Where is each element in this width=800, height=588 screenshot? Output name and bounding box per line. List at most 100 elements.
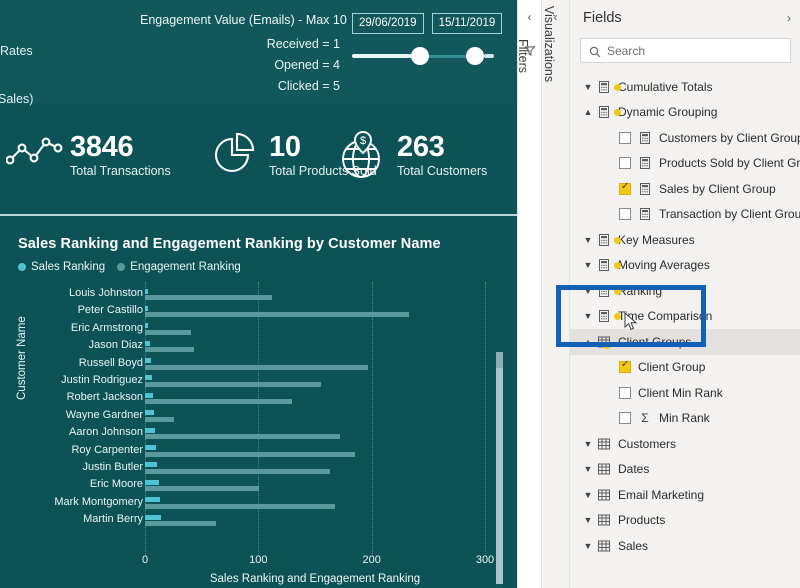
chart-row[interactable]: Roy Carpenter <box>30 443 485 460</box>
bar-sales-ranking[interactable] <box>145 462 158 468</box>
fields-checkbox[interactable] <box>619 157 631 170</box>
fields-tree-item-time-comparison[interactable]: ▼ Time Comparison <box>570 304 800 330</box>
bar-sales-ranking[interactable] <box>145 514 161 520</box>
chevron-down-icon[interactable]: ▼ <box>579 464 597 474</box>
chevron-down-icon[interactable]: ▼ <box>579 82 597 92</box>
date-range-slicer[interactable]: 29/06/2019 15/11/2019 <box>352 13 503 65</box>
fields-checkbox[interactable] <box>619 181 631 195</box>
fields-checkbox[interactable] <box>619 359 631 374</box>
bar-engagement-ranking[interactable] <box>145 451 355 457</box>
bar-sales-ranking[interactable] <box>145 375 152 381</box>
slider-handle-end[interactable] <box>466 47 484 65</box>
fields-tree-item-dates[interactable]: ▼ Dates <box>570 457 800 483</box>
chevron-left-icon[interactable]: ‹ <box>528 10 532 24</box>
bar-sales-ranking[interactable] <box>145 392 153 398</box>
chevron-down-icon[interactable]: ▼ <box>579 286 597 296</box>
kpi-card-total-customers[interactable]: $ 263 Total Customers <box>333 126 487 184</box>
bar-engagement-ranking[interactable] <box>145 468 330 474</box>
engagement-row-opened: Opened = 4 <box>274 58 340 72</box>
fields-checkbox[interactable] <box>619 208 631 221</box>
chevron-down-icon[interactable]: ▼ <box>579 490 597 500</box>
fields-tree-item-ranking[interactable]: ▼ Ranking <box>570 278 800 304</box>
fields-tree-item-client-min-rank[interactable]: . Client Min Rank <box>570 380 800 406</box>
fields-tree-item-customers[interactable]: ▼ Customers <box>570 431 800 457</box>
fields-tree-item-customers-by-client-group[interactable]: . Customers by Client Group <box>570 125 800 151</box>
bar-sales-ranking[interactable] <box>145 323 149 329</box>
chevron-right-icon[interactable]: › <box>787 11 791 25</box>
chevron-down-icon[interactable]: ▼ <box>579 235 597 245</box>
bar-engagement-ranking[interactable] <box>145 399 293 405</box>
slicer-end-date-input[interactable]: 15/11/2019 <box>431 13 503 34</box>
bar-sales-ranking[interactable] <box>145 445 157 451</box>
chevron-up-icon[interactable]: ▲ <box>579 337 597 347</box>
chart-vertical-scrollbar[interactable] <box>496 352 503 588</box>
chart-row[interactable]: Louis Johnston <box>30 286 485 303</box>
chart-row[interactable]: Peter Castillo <box>30 303 485 320</box>
bar-engagement-ranking[interactable] <box>145 434 340 440</box>
chart-row[interactable]: Aaron Johnson <box>30 425 485 442</box>
chart-row[interactable]: Eric Armstrong <box>30 321 485 338</box>
fields-tree-item-transaction-by-client-group[interactable]: . Transaction by Client Group <box>570 202 800 228</box>
bar-engagement-ranking[interactable] <box>145 347 194 353</box>
bar-sales-ranking[interactable] <box>145 305 148 311</box>
kpi-card-total-transactions[interactable]: 3846 Total Transactions <box>5 126 171 184</box>
chevron-down-icon[interactable]: ▼ <box>579 439 597 449</box>
bar-sales-ranking[interactable] <box>145 497 160 503</box>
bar-engagement-ranking[interactable] <box>145 295 272 300</box>
bar-engagement-ranking[interactable] <box>145 416 175 422</box>
chevron-up-icon[interactable]: ▲ <box>579 107 597 117</box>
fields-tree-item-sales[interactable]: ▼ Sales <box>570 533 800 559</box>
bar-engagement-ranking[interactable] <box>145 312 410 318</box>
chart-row[interactable]: Robert Jackson <box>30 390 485 407</box>
chart-row[interactable]: Mark Montgomery <box>30 495 485 512</box>
bar-sales-ranking[interactable] <box>145 288 148 294</box>
slicer-start-date-input[interactable]: 29/06/2019 <box>352 13 424 34</box>
bar-sales-ranking[interactable] <box>145 340 150 346</box>
legend-item-engagement-ranking[interactable]: Engagement Ranking <box>117 261 241 273</box>
chart-row[interactable]: Jason Diaz <box>30 338 485 355</box>
bar-sales-ranking[interactable] <box>145 479 159 485</box>
fields-tree-item-products[interactable]: ▼ Products <box>570 508 800 534</box>
chevron-down-icon[interactable]: ▼ <box>579 260 597 270</box>
chevron-down-icon[interactable]: ▼ <box>579 541 597 551</box>
fields-tree-item-products-sold-by-client-group[interactable]: . Products Sold by Client Group <box>570 151 800 177</box>
bar-sales-ranking[interactable] <box>145 410 155 416</box>
fields-tree-item-moving-averages[interactable]: ▼ Moving Averages <box>570 253 800 279</box>
fields-search-box[interactable]: Search <box>580 38 791 63</box>
chevron-down-icon[interactable]: ▼ <box>579 311 597 321</box>
chevron-down-icon[interactable]: ▼ <box>579 515 597 525</box>
chart-row[interactable]: Russell Boyd <box>30 356 485 373</box>
bar-engagement-ranking[interactable] <box>145 486 260 492</box>
fields-tree-item-min-rank[interactable]: . Σ Min Rank <box>570 406 800 432</box>
bar-sales-ranking[interactable] <box>145 427 156 433</box>
chart-scrollbar-thumb[interactable] <box>496 352 503 584</box>
fields-tree-item-key-measures[interactable]: ▼ Key Measures <box>570 227 800 253</box>
bar-sales-ranking[interactable] <box>145 358 151 364</box>
fields-checkbox[interactable] <box>619 412 631 425</box>
chart-row[interactable]: Justin Butler <box>30 460 485 477</box>
chart-legend[interactable]: Sales Ranking Engagement Ranking <box>18 261 241 273</box>
chart-row[interactable]: Martin Berry <box>30 512 485 529</box>
bar-engagement-ranking[interactable] <box>145 521 217 527</box>
fields-tree-item-cumulative-totals[interactable]: ▼ Cumulative Totals <box>570 74 800 100</box>
chart-row[interactable]: Justin Rodriguez <box>30 373 485 390</box>
bar-engagement-ranking[interactable] <box>145 503 336 509</box>
bar-chart-visual[interactable]: Sales Ranking and Engagement Ranking by … <box>0 214 517 588</box>
visualizations-panel-collapsed[interactable]: ‹ Visualizations <box>541 0 569 588</box>
slider-handle-start[interactable] <box>411 47 429 65</box>
filters-panel-collapsed[interactable]: ‹ Filters <box>516 0 541 588</box>
chart-row[interactable]: Eric Moore <box>30 477 485 494</box>
bar-engagement-ranking[interactable] <box>145 381 321 387</box>
chart-row[interactable]: Wayne Gardner <box>30 408 485 425</box>
fields-checkbox[interactable] <box>619 386 631 399</box>
fields-tree-item-client-group[interactable]: . Client Group <box>570 355 800 381</box>
date-range-slider[interactable] <box>352 47 500 65</box>
fields-checkbox[interactable] <box>619 131 631 144</box>
fields-tree-item-email-marketing[interactable]: ▼ Email Marketing <box>570 482 800 508</box>
legend-item-sales-ranking[interactable]: Sales Ranking <box>18 261 105 273</box>
bar-engagement-ranking[interactable] <box>145 329 192 335</box>
bar-engagement-ranking[interactable] <box>145 364 369 370</box>
fields-tree-item-client-groups[interactable]: ▲ Client Groups <box>570 329 800 355</box>
fields-tree-item-dynamic-grouping[interactable]: ▲ Dynamic Grouping <box>570 100 800 126</box>
fields-tree-item-sales-by-client-group[interactable]: . Sales by Client Group <box>570 176 800 202</box>
